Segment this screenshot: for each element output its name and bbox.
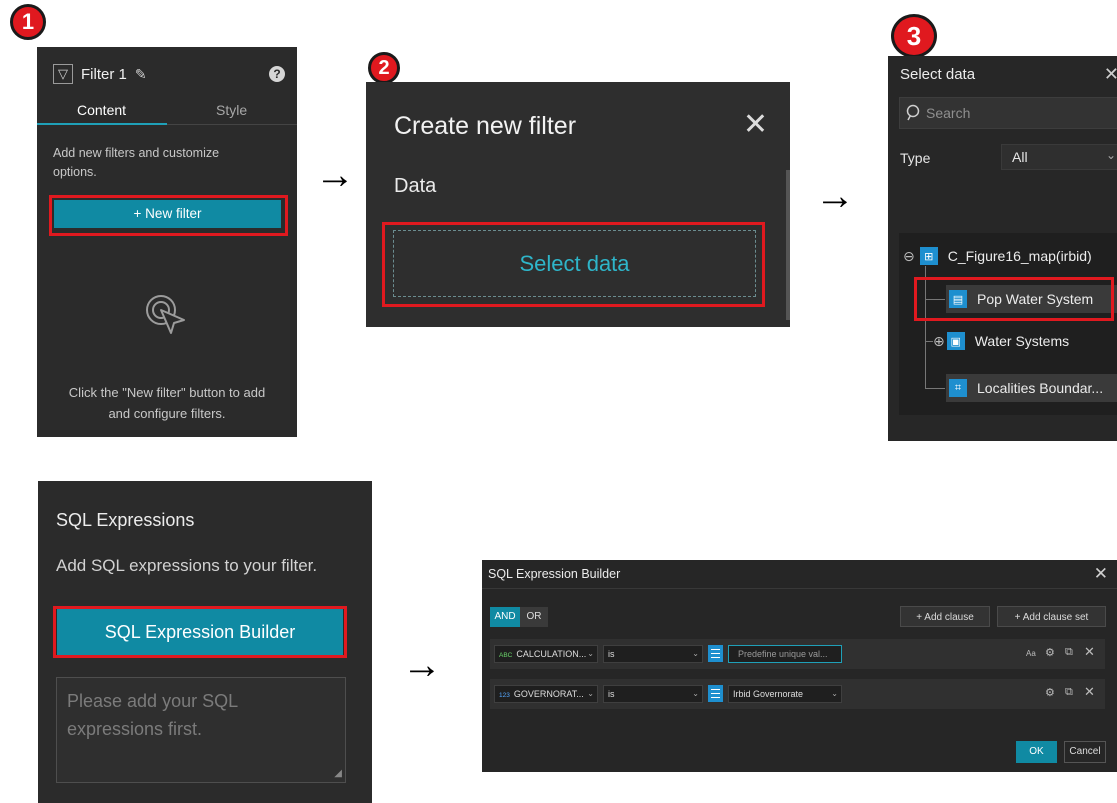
step-badge-1: 1 bbox=[10, 4, 46, 40]
chevron-down-icon: ⌄ bbox=[831, 689, 838, 698]
chevron-down-icon: ⌄ bbox=[692, 649, 699, 658]
filter-panel: ▽ Filter 1 ✎ ? Content Style Add new fil… bbox=[37, 47, 297, 437]
list-item[interactable]: ⊕ ▣ Water Systems bbox=[933, 328, 1069, 354]
scrollbar[interactable] bbox=[786, 170, 790, 320]
content-hint: Add new filters and customize options. bbox=[53, 146, 220, 179]
tree-root-label: C_Figure16_map(irbid) bbox=[947, 248, 1092, 264]
delete-icon[interactable]: ✕ bbox=[1084, 684, 1095, 700]
arrow-4-to-5: → bbox=[402, 643, 442, 687]
type-value: All bbox=[1012, 149, 1028, 165]
list-item[interactable]: ⌗ Localities Boundar... bbox=[949, 375, 1103, 401]
layer-group-icon: ▣ bbox=[946, 332, 965, 350]
dialog-title: SQL Expression Builder bbox=[488, 567, 621, 581]
edit-pencil-icon[interactable]: ✎ bbox=[135, 66, 147, 83]
chevron-down-icon: ⌄ bbox=[1105, 148, 1116, 162]
expand-icon[interactable]: ⊕ bbox=[933, 333, 945, 350]
field-select[interactable]: ABC CALCULATION... ⌄ bbox=[494, 645, 598, 663]
data-section-label: Data bbox=[394, 175, 437, 197]
string-type-tag: ABC bbox=[499, 652, 513, 659]
filter-title: Filter 1 bbox=[81, 65, 127, 83]
chevron-down-icon: ⌄ bbox=[587, 689, 594, 698]
logic-and-button[interactable]: AND bbox=[490, 607, 520, 627]
resize-handle-icon[interactable]: ◢ bbox=[334, 768, 342, 779]
list-item-label: Water Systems bbox=[974, 333, 1070, 349]
step-badge-2: 2 bbox=[368, 52, 400, 84]
cancel-button[interactable]: Cancel bbox=[1064, 741, 1106, 763]
close-icon[interactable]: ✕ bbox=[743, 110, 768, 140]
tab-content[interactable]: Content bbox=[77, 102, 126, 118]
value-select[interactable]: Irbid Governorate ⌄ bbox=[728, 685, 842, 703]
field-select[interactable]: 123 GOVERNORAT... ⌄ bbox=[494, 685, 598, 703]
add-clause-set-button[interactable]: + Add clause set bbox=[997, 606, 1106, 627]
arrow-1-to-2: → bbox=[315, 153, 355, 197]
search-placeholder: Search bbox=[926, 105, 971, 121]
highlight-sql-builder bbox=[53, 606, 347, 658]
value-source-icon[interactable] bbox=[708, 645, 723, 662]
close-icon[interactable]: ✕ bbox=[1094, 564, 1108, 584]
filter-icon: ▽ bbox=[53, 64, 73, 84]
empty-state-text: Click the "New filter" button to add and… bbox=[68, 385, 266, 421]
tree-connector bbox=[925, 341, 933, 342]
panel-title: Select data bbox=[900, 66, 976, 83]
logic-or-button[interactable]: OR bbox=[520, 607, 548, 627]
arrow-2-to-3: → bbox=[815, 174, 855, 218]
filter-header: ▽ Filter 1 ✎ bbox=[53, 64, 147, 84]
operator-select[interactable]: is ⌄ bbox=[603, 685, 703, 703]
tab-style[interactable]: Style bbox=[216, 102, 247, 118]
sql-builder-dialog: SQL Expression Builder ✕ AND OR + Add cl… bbox=[482, 560, 1117, 772]
chevron-down-icon: ⌄ bbox=[587, 649, 594, 658]
type-select[interactable]: All ⌄ bbox=[1001, 144, 1117, 170]
polygon-icon: ⌗ bbox=[949, 379, 967, 397]
search-icon bbox=[906, 104, 922, 127]
value-text: Irbid Governorate bbox=[733, 689, 804, 699]
operator-value: is bbox=[608, 649, 615, 659]
highlight-pop-water-system bbox=[914, 277, 1114, 321]
settings-icon[interactable]: ⚙ bbox=[1045, 646, 1055, 659]
number-type-tag: 123 bbox=[499, 692, 510, 699]
data-tree: ⊖ ⊞ C_Figure16_map(irbid) ▤ Pop Water Sy… bbox=[899, 233, 1117, 415]
duplicate-icon[interactable]: ⧉ bbox=[1065, 686, 1073, 699]
collapse-icon[interactable]: ⊖ bbox=[903, 248, 915, 265]
field-name: GOVERNORAT... bbox=[513, 689, 584, 699]
list-item-label: Localities Boundar... bbox=[977, 380, 1104, 396]
map-icon: ⊞ bbox=[919, 247, 938, 265]
field-name: CALCULATION... bbox=[516, 649, 587, 659]
highlight-select-data bbox=[382, 222, 765, 307]
clause-row: ABC CALCULATION... ⌄ is ⌄ Predefine uniqu… bbox=[490, 639, 1105, 669]
sql-expressions-textarea[interactable]: Please add your SQL expressions first. ◢ bbox=[56, 677, 346, 783]
search-input[interactable]: Search bbox=[899, 97, 1117, 129]
highlight-new-filter bbox=[49, 195, 288, 236]
ok-button[interactable]: OK bbox=[1016, 741, 1057, 763]
tree-connector bbox=[925, 388, 945, 389]
value-placeholder: Predefine unique val... bbox=[738, 649, 828, 659]
close-icon[interactable]: ✕ bbox=[1104, 64, 1117, 85]
chevron-down-icon: ⌄ bbox=[692, 689, 699, 698]
click-cursor-icon bbox=[144, 293, 190, 344]
operator-select[interactable]: is ⌄ bbox=[603, 645, 703, 663]
case-sensitive-icon[interactable]: Aa bbox=[1026, 649, 1036, 658]
header-divider bbox=[482, 588, 1117, 589]
settings-icon[interactable]: ⚙ bbox=[1045, 686, 1055, 699]
dialog-title: Create new filter bbox=[394, 112, 577, 140]
operator-value: is bbox=[608, 689, 615, 699]
type-label: Type bbox=[900, 150, 931, 166]
tree-root[interactable]: ⊖ ⊞ C_Figure16_map(irbid) bbox=[903, 243, 1092, 269]
panel-title: SQL Expressions bbox=[56, 510, 195, 530]
step-badge-3: 3 bbox=[891, 14, 937, 58]
duplicate-icon[interactable]: ⧉ bbox=[1065, 646, 1073, 659]
panel-subtitle: Add SQL expressions to your filter. bbox=[56, 556, 318, 575]
value-source-icon[interactable] bbox=[708, 685, 723, 702]
clause-row: 123 GOVERNORAT... ⌄ is ⌄ Irbid Governorat… bbox=[490, 679, 1105, 709]
add-clause-button[interactable]: + Add clause bbox=[900, 606, 990, 627]
value-input[interactable]: Predefine unique val... bbox=[728, 645, 842, 663]
delete-icon[interactable]: ✕ bbox=[1084, 644, 1095, 660]
help-icon[interactable]: ? bbox=[269, 66, 285, 82]
tab-active-indicator bbox=[37, 123, 167, 125]
textarea-placeholder: Please add your SQL expressions first. bbox=[67, 691, 238, 739]
select-data-panel: Select data ✕ Search Type All ⌄ ⊖ ⊞ C_Fi… bbox=[888, 56, 1117, 441]
